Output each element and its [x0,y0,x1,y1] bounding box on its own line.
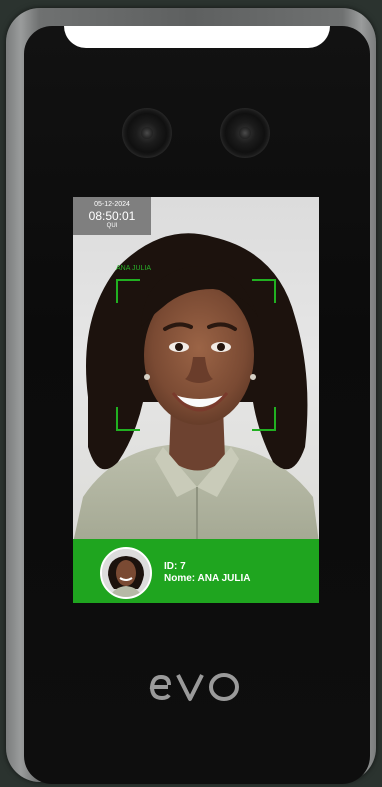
right-camera-icon [220,108,270,158]
datetime-panel: 05-12-2024 08:50:01 QUI [73,197,151,235]
avatar [100,547,152,599]
recognition-result-bar: ID: 7 Nome: ANA JULIA [73,539,319,603]
left-camera-icon [122,108,172,158]
detected-face-name: ANA JULIA [116,265,152,272]
evo-logo [149,673,239,701]
recognition-info: ID: 7 Nome: ANA JULIA [164,561,250,585]
user-name-label: Nome: ANA JULIA [164,573,251,584]
time-label: 08:50:01 [88,209,136,223]
top-light-bar [64,26,330,48]
date-label: 05-12-2024 [94,201,130,208]
user-id-label: ID: 7 [164,561,186,572]
face-detection-frame [116,279,276,431]
device-screen[interactable]: 05-12-2024 08:50:01 QUI ANA JULIA ID: 7 … [73,197,319,603]
weekday-label: QUI [106,223,118,229]
